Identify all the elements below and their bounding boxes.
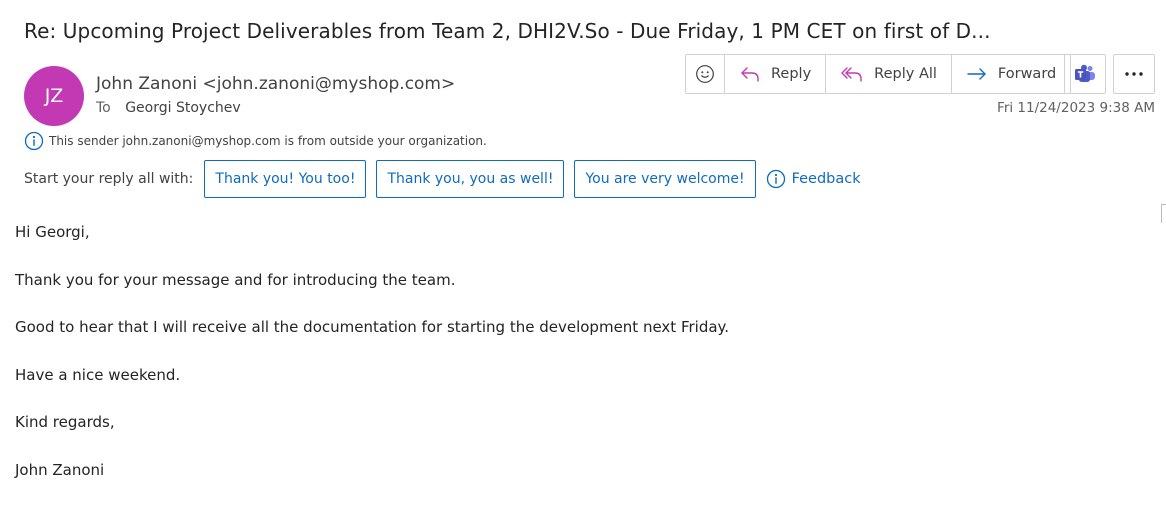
teams-chat-button[interactable]	[1064, 54, 1106, 94]
external-notice-text: This sender john.zanoni@myshop.com is fr…	[49, 134, 487, 148]
message-action-bar: Reply Reply All Forward	[685, 54, 1072, 94]
more-options-icon	[1125, 72, 1143, 76]
forward-label: Forward	[997, 66, 1057, 82]
body-paragraph: Have a nice weekend.	[15, 365, 181, 384]
avatar-initials: JZ	[44, 85, 64, 107]
suggested-replies-label: Start your reply all with:	[24, 171, 194, 187]
suggested-reply-1[interactable]: Thank you! You too!	[204, 160, 367, 198]
sender-name[interactable]: John Zanoni <john.zanoni@myshop.com>	[96, 74, 455, 94]
reply-arrow-icon	[741, 67, 759, 82]
feedback-label: Feedback	[791, 171, 861, 187]
body-paragraph: Good to hear that I will receive all the…	[15, 318, 730, 336]
avatar[interactable]: JZ	[24, 66, 84, 126]
recipient-name[interactable]: Georgi Stoychev	[125, 100, 240, 116]
scrollbar-edge[interactable]	[1161, 204, 1166, 223]
more-options-button[interactable]	[1113, 54, 1155, 94]
body-paragraph: John Zanoni	[15, 460, 105, 479]
info-icon	[24, 131, 44, 151]
info-icon	[766, 169, 785, 189]
feedback-button[interactable]: Feedback	[766, 169, 861, 189]
recipient-row: To Georgi Stoychev	[96, 100, 241, 116]
to-label: To	[96, 100, 111, 116]
received-timestamp: Fri 11/24/2023 9:38 AM	[997, 100, 1155, 116]
body-paragraph: Hi Georgi,	[15, 223, 90, 241]
email-body: Hi Georgi, Thank you for your message an…	[15, 223, 729, 508]
suggested-replies: Start your reply all with: Thank you! Yo…	[24, 159, 861, 199]
reply-label: Reply	[771, 66, 812, 82]
reply-all-arrow-icon	[841, 67, 862, 82]
reply-button[interactable]: Reply	[724, 55, 825, 93]
reply-all-label: Reply All	[874, 66, 937, 82]
email-subject: Re: Upcoming Project Deliverables from T…	[24, 19, 991, 43]
suggested-reply-3[interactable]: You are very welcome!	[574, 160, 756, 198]
teams-icon	[1075, 64, 1095, 82]
suggested-reply-2[interactable]: Thank you, you as well!	[376, 160, 565, 198]
react-emoji-button[interactable]	[686, 55, 724, 93]
forward-button[interactable]: Forward	[950, 55, 1070, 93]
emoji-smile-icon	[696, 65, 714, 83]
body-paragraph: Kind regards,	[15, 413, 115, 431]
forward-arrow-icon	[967, 68, 986, 80]
external-sender-notice: This sender john.zanoni@myshop.com is fr…	[24, 131, 487, 151]
reply-all-button[interactable]: Reply All	[825, 55, 951, 93]
body-paragraph: Thank you for your message and for intro…	[15, 270, 456, 289]
